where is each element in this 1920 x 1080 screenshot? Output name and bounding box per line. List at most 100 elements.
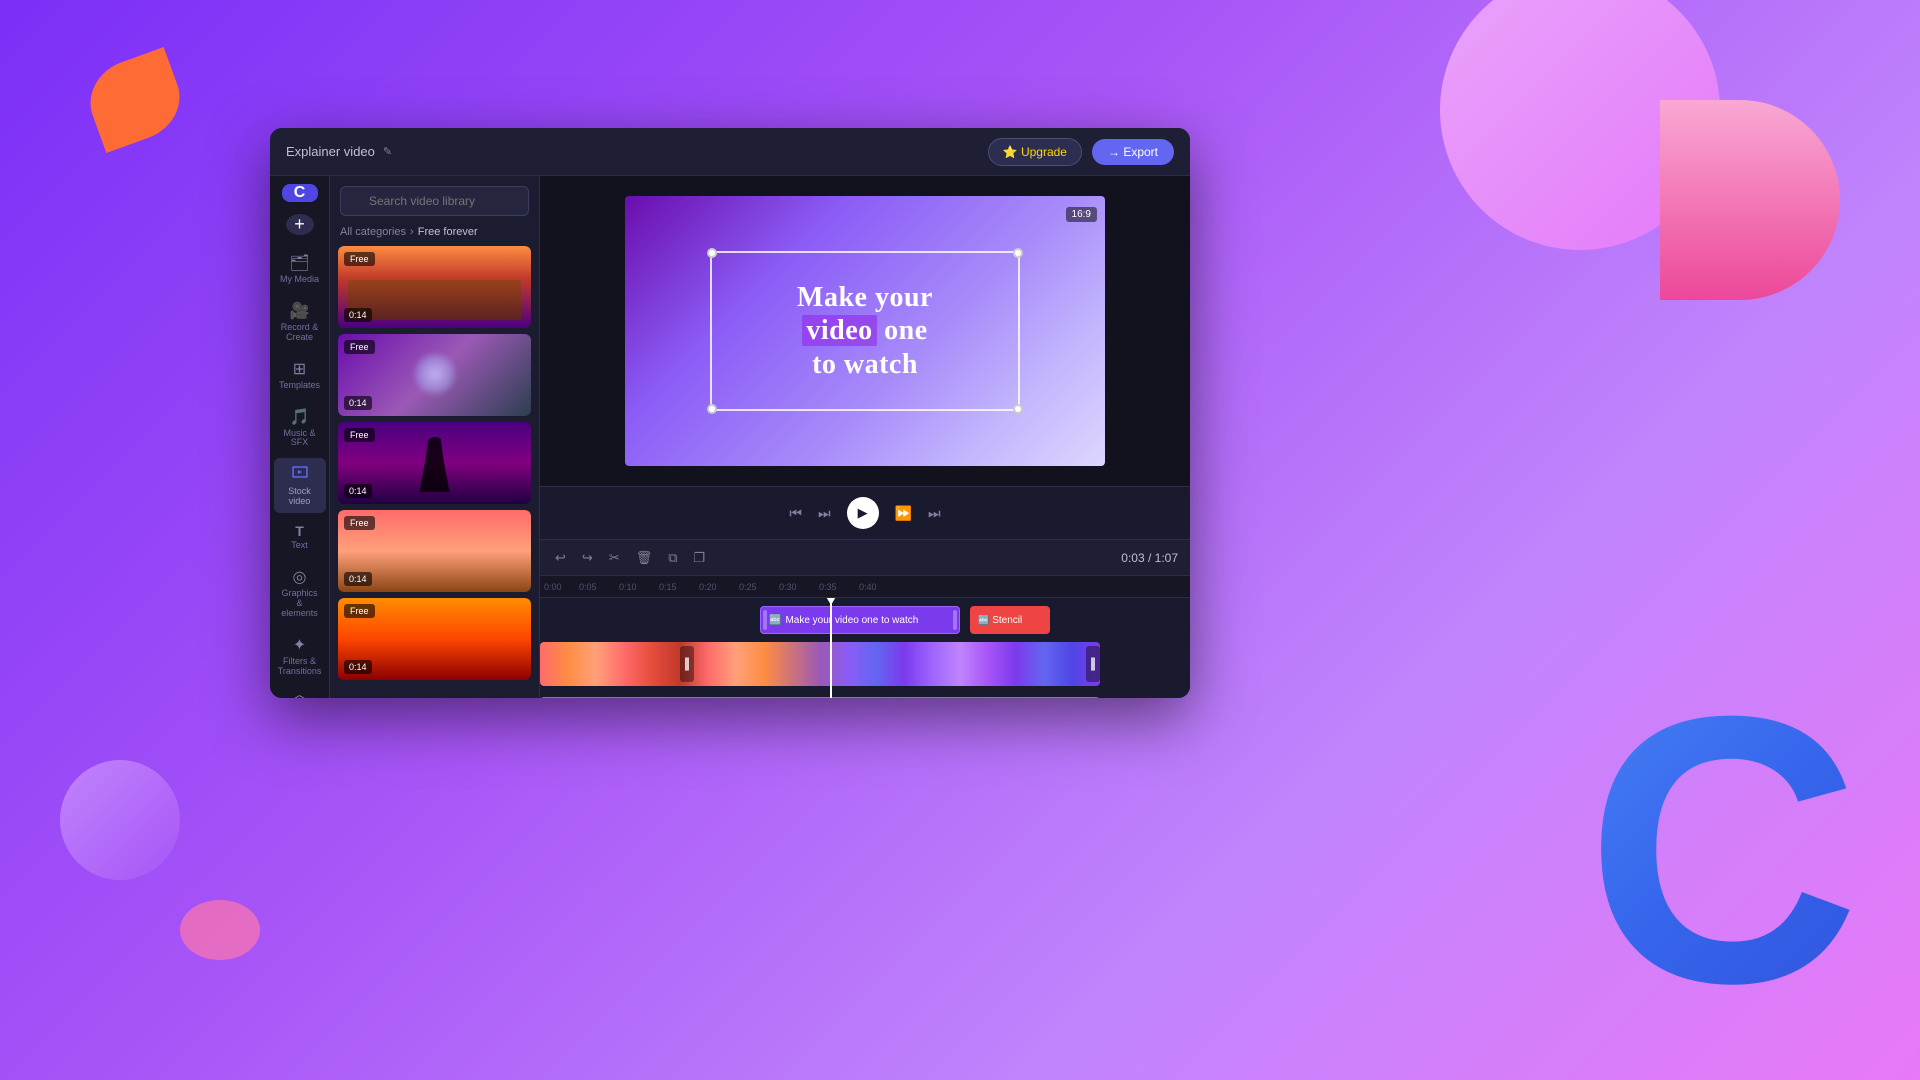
undo-button[interactable]: ↩ xyxy=(552,547,569,569)
ratio-badge: 16:9 xyxy=(1066,204,1097,222)
music-label: Music & SFX xyxy=(278,429,322,449)
handle-bottom-right[interactable] xyxy=(1013,404,1023,414)
play-icon: ▶ xyxy=(858,505,868,521)
duplicate-button[interactable]: ❐ xyxy=(691,547,709,569)
project-name: Explainer video ✎ xyxy=(286,144,392,159)
video-track-row xyxy=(540,638,1190,690)
graphics-label: Graphics & elements xyxy=(278,589,322,619)
duration-badge-2: 0:14 xyxy=(344,396,372,410)
stencil-track[interactable]: 🔤 Stencil xyxy=(970,606,1050,634)
breadcrumb: All categories › Free forever xyxy=(330,222,539,246)
top-bar: Explainer video ✎ ⭐ Upgrade → Export xyxy=(270,128,1190,176)
filters-icon: ✦ xyxy=(293,635,306,655)
cut-button[interactable]: ✂ xyxy=(606,547,623,569)
free-badge-3: Free xyxy=(344,428,375,442)
delete-button[interactable]: 🗑 xyxy=(633,547,656,569)
sidebar-nav: C + 🗂 My Media 🎥 Record & Create ⊞ Templ… xyxy=(270,176,330,698)
video-thumb-1[interactable]: Free 0:14 xyxy=(338,246,531,328)
bg-decoration-pink-right xyxy=(1660,100,1840,300)
bg-decoration-orange xyxy=(79,47,191,153)
text-track-handle-left[interactable] xyxy=(763,610,767,630)
project-rename-icon[interactable]: ✎ xyxy=(383,145,392,158)
stencil-track-label: Stencil xyxy=(992,615,1022,626)
timeline-area: ↩ ↪ ✂ 🗑 ⧉ ❐ 0:03 / 1:07 0:00 0:05 0:10 xyxy=(540,539,1190,698)
rewind-button[interactable]: ⏭ xyxy=(818,505,831,522)
playhead[interactable] xyxy=(830,598,832,698)
free-badge-5: Free xyxy=(344,604,375,618)
my-media-icon: 🗂 xyxy=(289,253,309,273)
free-badge-1: Free xyxy=(344,252,375,266)
text-track[interactable]: 🔤 Make your video one to watch xyxy=(760,606,960,634)
free-badge-4: Free xyxy=(344,516,375,530)
sidebar-item-text[interactable]: T Text xyxy=(274,517,326,557)
video-track[interactable] xyxy=(540,642,1100,686)
sidebar-item-templates[interactable]: ⊞ Templates xyxy=(274,353,326,397)
timeline-ruler: 0:00 0:05 0:10 0:15 0:20 0:25 0:30 0:35 … xyxy=(540,576,1190,598)
timeline-time: 0:03 / 1:07 xyxy=(1121,551,1178,565)
video-thumb-2[interactable]: Free 0:14 xyxy=(338,334,531,416)
templates-icon: ⊞ xyxy=(293,359,306,379)
brand-c-decoration: C xyxy=(1586,660,1860,1040)
fast-forward-button[interactable]: ⏩ xyxy=(895,505,912,522)
handle-bottom-left[interactable] xyxy=(707,404,717,414)
video-track-resize-right[interactable] xyxy=(1086,646,1100,682)
duration-badge-5: 0:14 xyxy=(344,660,372,674)
canvas-preview: 16:9 Make your video one to watch xyxy=(540,176,1190,486)
timeline-tracks: 🔤 Make your video one to watch 🔤 Stencil xyxy=(540,598,1190,698)
project-title: Explainer video xyxy=(286,144,375,159)
search-input[interactable] xyxy=(340,186,529,216)
duration-badge-1: 0:14 xyxy=(344,308,372,322)
search-wrapper: 🔍 xyxy=(340,186,529,216)
video-thumb-3[interactable]: Free 0:14 xyxy=(338,422,531,504)
sidebar-item-stock-video[interactable]: Stock video xyxy=(274,458,326,513)
canvas-highlight-word: video xyxy=(802,315,876,346)
upgrade-button[interactable]: ⭐ Upgrade xyxy=(988,138,1082,166)
duration-badge-3: 0:14 xyxy=(344,484,372,498)
sidebar-item-filters[interactable]: ✦ Filters & Transitions xyxy=(274,629,326,683)
app-window: Explainer video ✎ ⭐ Upgrade → Export C +… xyxy=(270,128,1190,698)
playback-controls: ⏮ ⏭ ▶ ⏩ ⏭ xyxy=(540,486,1190,539)
play-button[interactable]: ▶ xyxy=(847,497,879,529)
brand-icon: ⬡ xyxy=(293,692,307,698)
redo-button[interactable]: ↪ xyxy=(579,547,596,569)
sidebar-item-graphics[interactable]: ◎ Graphics & elements xyxy=(274,561,326,625)
search-area: 🔍 xyxy=(330,176,539,222)
sidebar-item-my-media[interactable]: 🗂 My Media xyxy=(274,247,326,291)
add-button[interactable]: + xyxy=(286,214,314,235)
skip-back-button[interactable]: ⏮ xyxy=(789,505,802,522)
export-button[interactable]: → Export xyxy=(1092,139,1174,165)
bg-decoration-pink-bottom xyxy=(180,900,260,960)
duration-badge-4: 0:14 xyxy=(344,572,372,586)
stock-video-icon xyxy=(292,464,308,485)
text-track-row: 🔤 Make your video one to watch 🔤 Stencil xyxy=(540,602,1190,638)
sidebar-item-music[interactable]: 🎵 Music & SFX xyxy=(274,401,326,455)
my-media-label: My Media xyxy=(280,275,319,285)
sidebar-item-brand[interactable]: ⬡ Brand xyxy=(274,686,326,698)
text-track-handle-right[interactable] xyxy=(953,610,957,630)
canvas-text-selection[interactable]: Make your video one to watch xyxy=(710,251,1020,411)
breadcrumb-root[interactable]: All categories xyxy=(340,226,406,238)
timeline-toolbar: ↩ ↪ ✂ 🗑 ⧉ ❐ 0:03 / 1:07 xyxy=(540,540,1190,576)
video-thumb-5[interactable]: Free 0:14 xyxy=(338,598,531,680)
skip-forward-button[interactable]: ⏭ xyxy=(928,505,941,522)
filters-label: Filters & Transitions xyxy=(278,657,322,677)
text-track-label: Make your video one to watch xyxy=(785,615,918,626)
video-track-content xyxy=(540,642,1100,686)
record-label: Record & Create xyxy=(278,323,322,343)
copy-button[interactable]: ⧉ xyxy=(665,547,680,569)
handle-top-right[interactable] xyxy=(1013,248,1023,258)
app-logo[interactable]: C xyxy=(282,184,318,202)
bg-decoration-pink-top xyxy=(1440,0,1720,250)
video-track-resize-left[interactable] xyxy=(680,646,694,682)
bg-decoration-purple-left xyxy=(60,760,180,880)
text-icon: T xyxy=(295,523,304,539)
video-thumb-4[interactable]: Free 0:14 xyxy=(338,510,531,592)
sidebar-item-record[interactable]: 🎥 Record & Create xyxy=(274,295,326,349)
video-canvas[interactable]: 16:9 Make your video one to watch xyxy=(625,196,1105,466)
text-label: Text xyxy=(291,541,308,551)
top-bar-actions: ⭐ Upgrade → Export xyxy=(988,138,1174,166)
music-track[interactable]: ♪ ♪ Music track xyxy=(540,697,1100,698)
breadcrumb-separator: › xyxy=(410,226,414,238)
handle-top-left[interactable] xyxy=(707,248,717,258)
music-icon: 🎵 xyxy=(290,407,310,427)
